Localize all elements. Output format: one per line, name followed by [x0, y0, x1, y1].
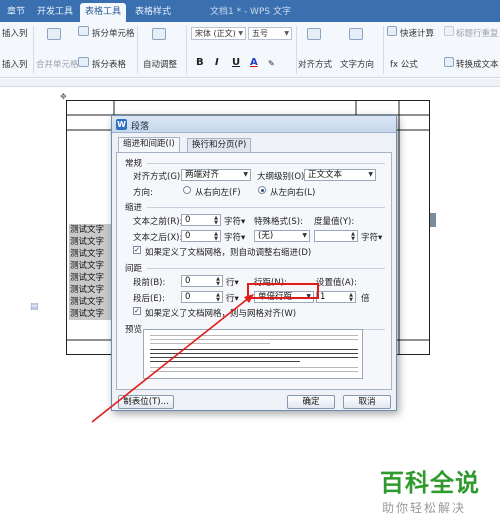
annotation-arrow-head	[244, 294, 254, 303]
watermark-title: 百科全说	[380, 469, 480, 497]
annotation-arrow	[91, 294, 254, 423]
watermark: 百科全说 助你轻松解决	[380, 463, 480, 516]
watermark-subtitle: 助你轻松解决	[382, 501, 467, 515]
annotation-arrow-line	[91, 296, 251, 423]
